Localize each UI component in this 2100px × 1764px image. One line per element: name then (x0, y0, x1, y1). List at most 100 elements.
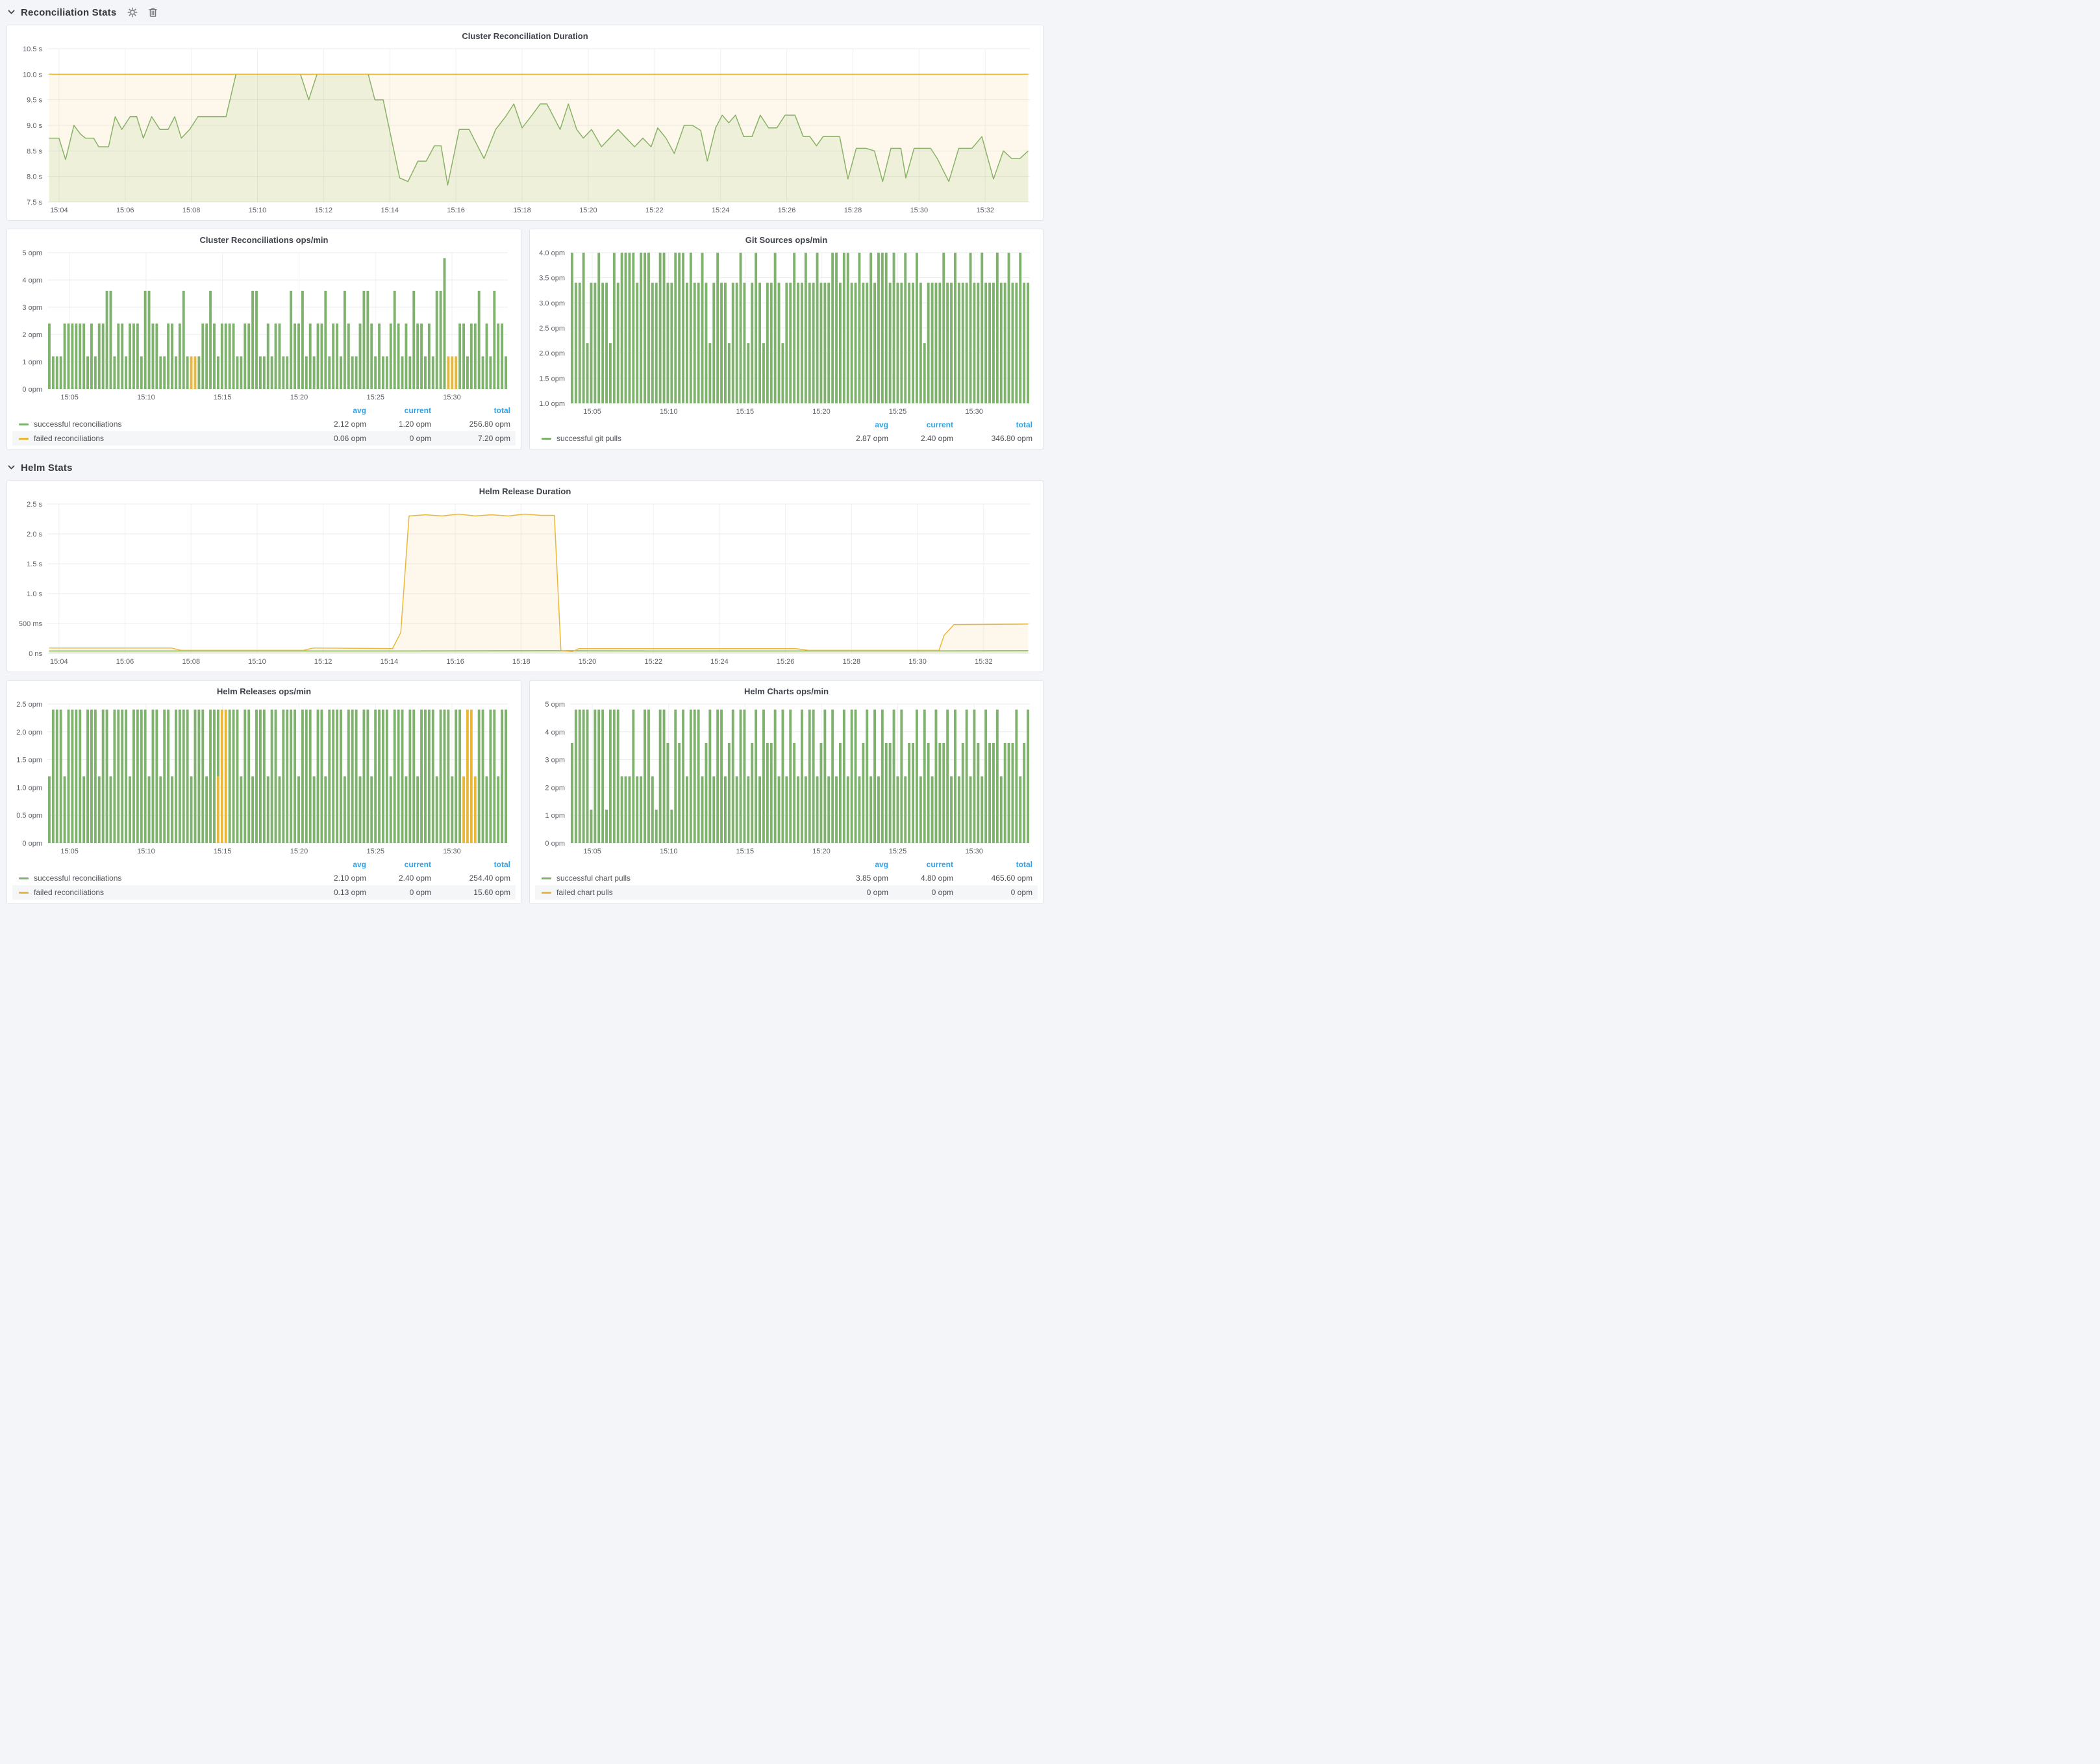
legend-row[interactable]: successful git pulls 2.87 opm 2.40 opm 3… (535, 431, 1038, 446)
panel-git-sources-opm: Git Sources ops/min 15:0515:1015:1515:20… (529, 229, 1044, 450)
svg-text:15:12: 15:12 (314, 658, 332, 666)
svg-text:15:10: 15:10 (249, 207, 267, 214)
svg-text:15:15: 15:15 (736, 848, 755, 855)
svg-text:4 opm: 4 opm (22, 277, 42, 284)
series-swatch-green (542, 438, 551, 440)
svg-text:15:30: 15:30 (908, 658, 927, 666)
legend-row[interactable]: successful chart pulls 3.85 opm 4.80 opm… (535, 871, 1038, 885)
svg-text:0.5 opm: 0.5 opm (16, 812, 42, 820)
legend-row[interactable]: failed chart pulls 0 opm 0 opm 0 opm (535, 885, 1038, 900)
series-swatch-green (542, 877, 551, 879)
svg-text:15:15: 15:15 (214, 394, 232, 401)
legend-header-avg[interactable]: avg (829, 859, 894, 871)
panel-title[interactable]: Cluster Reconciliation Duration (12, 29, 1038, 44)
svg-text:1.0 s: 1.0 s (27, 590, 42, 598)
legend-avg-value: 0.13 opm (306, 885, 371, 900)
svg-text:15:30: 15:30 (965, 408, 983, 416)
series-label[interactable]: successful chart pulls (556, 874, 631, 883)
svg-text:3 opm: 3 opm (545, 757, 565, 764)
svg-text:15:22: 15:22 (645, 207, 664, 214)
panel-title[interactable]: Git Sources ops/min (535, 233, 1038, 247)
legend-row[interactable]: successful reconciliations 2.10 opm 2.40… (12, 871, 516, 885)
svg-text:2.0 s: 2.0 s (27, 531, 42, 538)
chevron-down-icon[interactable] (8, 10, 15, 15)
panel-title[interactable]: Helm Release Duration (12, 484, 1038, 499)
svg-text:15:05: 15:05 (60, 848, 79, 855)
svg-text:9.5 s: 9.5 s (27, 97, 42, 105)
legend-header-current[interactable]: current (371, 859, 436, 871)
svg-text:15:08: 15:08 (182, 207, 201, 214)
svg-text:2.0 opm: 2.0 opm (16, 729, 42, 737)
svg-text:15:04: 15:04 (50, 207, 68, 214)
svg-text:1.5 opm: 1.5 opm (539, 375, 565, 383)
svg-text:15:06: 15:06 (116, 207, 134, 214)
legend-header-current[interactable]: current (894, 859, 958, 871)
helm-release-duration-chart: 15:0415:0615:0815:1015:1215:1415:1615:18… (12, 499, 1038, 668)
legend-avg-value: 3.85 opm (829, 871, 894, 885)
svg-text:15:24: 15:24 (712, 207, 730, 214)
legend-header-avg[interactable]: avg (306, 859, 371, 871)
svg-text:15:20: 15:20 (579, 658, 597, 666)
series-label[interactable]: failed chart pulls (556, 888, 613, 897)
svg-text:8.0 s: 8.0 s (27, 173, 42, 181)
legend-row[interactable]: successful reconciliations 2.12 opm 1.20… (12, 417, 516, 431)
series-label[interactable]: successful reconciliations (34, 420, 121, 429)
svg-text:15:14: 15:14 (381, 658, 399, 666)
svg-text:15:25: 15:25 (889, 408, 907, 416)
legend-header-avg[interactable]: avg (829, 419, 894, 431)
legend-header-total[interactable]: total (958, 859, 1038, 871)
svg-text:2.5 opm: 2.5 opm (539, 325, 565, 333)
dashboard: Reconciliation Stats Cluster Reconciliat… (0, 0, 1050, 912)
svg-text:15:18: 15:18 (512, 658, 531, 666)
panel-title[interactable]: Helm Releases ops/min (12, 684, 516, 699)
legend-total-value: 465.60 opm (958, 871, 1038, 885)
git-sources-bar-chart: 15:0515:1015:1515:2015:2515:301.0 opm1.5… (535, 247, 1038, 418)
legend-total-value: 256.80 opm (436, 417, 516, 431)
svg-text:15:06: 15:06 (116, 658, 134, 666)
svg-text:10.5 s: 10.5 s (23, 45, 42, 53)
svg-text:2.0 opm: 2.0 opm (539, 350, 565, 358)
legend-header-current[interactable]: current (894, 419, 958, 431)
svg-text:0 opm: 0 opm (22, 840, 42, 848)
svg-text:15:24: 15:24 (710, 658, 729, 666)
svg-text:15:18: 15:18 (513, 207, 531, 214)
svg-text:0 ns: 0 ns (29, 650, 42, 658)
svg-text:15:10: 15:10 (248, 658, 266, 666)
series-label[interactable]: failed reconciliations (34, 434, 104, 443)
section-header-reconciliation-stats[interactable]: Reconciliation Stats (8, 3, 1044, 22)
svg-text:15:10: 15:10 (137, 848, 155, 855)
legend-current-value: 0 opm (894, 885, 958, 900)
legend-header-avg[interactable]: avg (306, 405, 371, 417)
series-label[interactable]: successful git pulls (556, 434, 621, 443)
svg-text:5 opm: 5 opm (22, 249, 42, 257)
legend-avg-value: 2.12 opm (306, 417, 371, 431)
legend-total-value: 254.40 opm (436, 871, 516, 885)
trash-icon[interactable] (148, 7, 158, 18)
gear-icon[interactable] (127, 7, 138, 18)
legend-row[interactable]: failed reconciliations 0.06 opm 0 opm 7.… (12, 431, 516, 446)
legend: avg current total successful reconciliat… (12, 859, 516, 900)
svg-text:2.5 s: 2.5 s (27, 501, 42, 509)
section-title: Reconciliation Stats (21, 7, 116, 18)
legend-row[interactable]: failed reconciliations 0.13 opm 0 opm 15… (12, 885, 516, 900)
panel-cluster-reconciliations-opm: Cluster Reconciliations ops/min 15:0515:… (6, 229, 521, 450)
legend-header-total[interactable]: total (436, 405, 516, 417)
svg-text:15:28: 15:28 (844, 207, 862, 214)
legend-header-total[interactable]: total (436, 859, 516, 871)
legend-header-current[interactable]: current (371, 405, 436, 417)
legend-avg-value: 2.87 opm (829, 431, 894, 446)
panel-title[interactable]: Helm Charts ops/min (535, 684, 1038, 699)
legend-total-value: 15.60 opm (436, 885, 516, 900)
svg-text:15:14: 15:14 (381, 207, 399, 214)
series-label[interactable]: failed reconciliations (34, 888, 104, 897)
svg-text:3.5 opm: 3.5 opm (539, 275, 565, 283)
chevron-down-icon[interactable] (8, 465, 15, 470)
panel-title[interactable]: Cluster Reconciliations ops/min (12, 233, 516, 247)
section-header-helm-stats[interactable]: Helm Stats (8, 458, 1044, 477)
svg-text:1.0 opm: 1.0 opm (539, 400, 565, 408)
svg-text:15:26: 15:26 (777, 658, 795, 666)
series-label[interactable]: successful reconciliations (34, 874, 121, 883)
cluster-reconciliation-duration-chart: 15:0415:0615:0815:1015:1215:1415:1615:18… (12, 44, 1038, 216)
legend-header-total[interactable]: total (958, 419, 1038, 431)
svg-text:15:16: 15:16 (446, 658, 464, 666)
